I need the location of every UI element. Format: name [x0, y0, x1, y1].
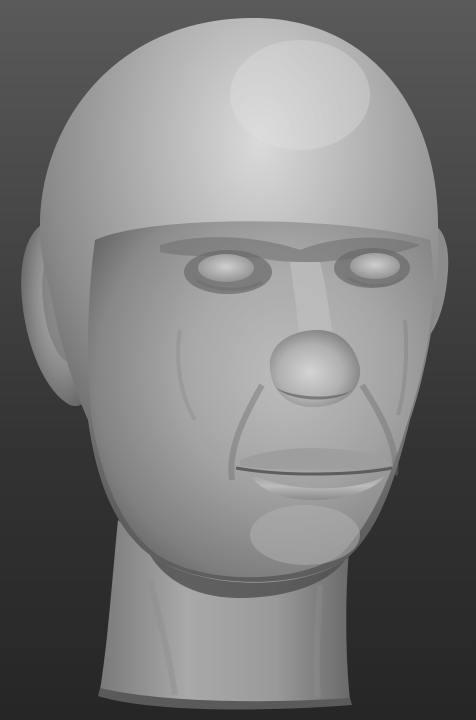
- chin: [250, 505, 360, 565]
- eye-left: [198, 254, 254, 282]
- sculpt-render: [21, 17, 449, 710]
- 3d-viewport[interactable]: [0, 0, 476, 720]
- nose: [269, 330, 361, 408]
- eye-right: [350, 253, 400, 279]
- neck-tendon-right: [313, 584, 323, 699]
- forehead-highlight: [230, 40, 370, 150]
